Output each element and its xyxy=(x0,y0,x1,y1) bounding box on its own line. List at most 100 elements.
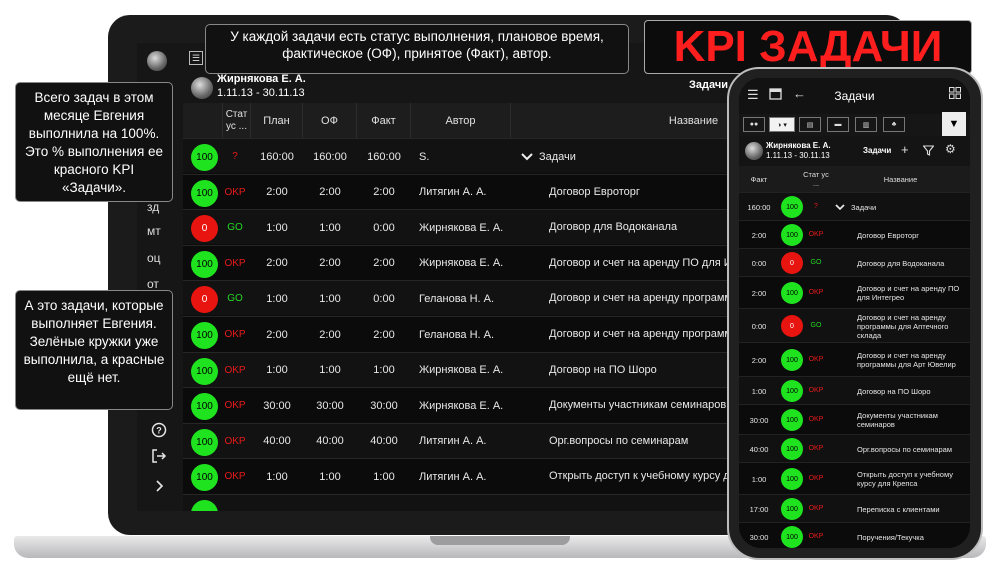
tab-card-icon[interactable]: ▬ xyxy=(827,117,849,132)
avatar[interactable] xyxy=(147,51,167,71)
completion-circle: 100 xyxy=(191,250,218,278)
plan-value: 160:00 xyxy=(260,150,294,163)
status-badge: OKP xyxy=(224,364,246,376)
col-status[interactable]: Стат ус ... xyxy=(223,103,251,138)
table-row[interactable]: 2:00 100 OKP Договор и счет на аренду ПО дл… xyxy=(739,276,970,308)
col-fact[interactable]: Факт xyxy=(357,103,411,138)
fact-value: 1:00 xyxy=(751,474,767,484)
plan-value: 2:00 xyxy=(266,186,288,199)
plan-value: 1:00 xyxy=(266,470,288,483)
completion-circle: 100 xyxy=(781,282,803,304)
completion-circle: 100 xyxy=(191,428,218,456)
chevron-down-icon[interactable] xyxy=(833,193,847,221)
fact-value: 40:00 xyxy=(370,435,398,448)
task-name: Поручения/Текучка xyxy=(857,532,924,542)
completion-circle: 100 xyxy=(191,144,218,171)
plan-value: 2:00 xyxy=(266,257,288,270)
fact-value: 160:00 xyxy=(747,202,771,212)
chevron-down-icon[interactable] xyxy=(517,139,537,174)
gear-icon[interactable]: ⚙ xyxy=(945,142,956,156)
section-title: Задачи xyxy=(689,79,728,91)
sidebar-item[interactable]: от xyxy=(147,277,179,291)
plan-value: 2:00 xyxy=(266,328,288,341)
sidebar-item[interactable]: зд xyxy=(147,200,179,214)
table-row[interactable]: 1:00 100 OKP Открыть доступ к учебному курс… xyxy=(739,462,970,494)
status-badge: OKP xyxy=(808,474,824,482)
task-name: Договор и счет на аренду ПО для Интегрео xyxy=(857,284,960,302)
grid-icon[interactable] xyxy=(949,87,961,102)
status-badge: ? xyxy=(814,202,818,210)
tab-people-icon[interactable]: ●● xyxy=(743,117,765,132)
status-badge: GO xyxy=(810,258,822,266)
add-icon[interactable]: + xyxy=(901,142,909,157)
col-of[interactable]: ОФ xyxy=(303,103,357,138)
author-value: Литягин А. А. xyxy=(419,470,487,483)
status-badge: GO xyxy=(810,321,822,329)
tab-group-icon[interactable]: ♣ xyxy=(883,117,905,132)
fact-value: 2:00 xyxy=(373,186,395,199)
of-value: 160:00 xyxy=(313,150,347,163)
sidebar-item[interactable]: мт xyxy=(147,224,179,238)
status-badge: OKP xyxy=(808,288,824,296)
table-row[interactable]: 30:00 100 OKP Поручения/Текучка xyxy=(739,522,970,548)
col-plan[interactable]: План xyxy=(251,103,303,138)
avatar xyxy=(745,142,763,160)
help-icon[interactable]: ? xyxy=(149,422,169,442)
table-row[interactable]: 17:00 100 OKP Переписка с клиентами xyxy=(739,494,970,522)
author-value: S. xyxy=(419,150,430,163)
task-name: Договор для Водоканала xyxy=(857,258,945,268)
laptop-notch xyxy=(430,536,570,545)
task-name: Орг.вопросы по семинарам xyxy=(857,444,953,454)
author-value: Жирнякова Е. А. xyxy=(419,257,504,270)
task-name: Документы участникам семинаров xyxy=(857,411,938,429)
status-badge: OKP xyxy=(808,532,824,540)
chevron-right-icon[interactable] xyxy=(149,478,169,498)
col-fact[interactable]: Факт xyxy=(739,166,779,192)
of-value: 1:00 xyxy=(319,292,341,305)
tab-table-icon[interactable]: ▤ xyxy=(799,117,821,132)
fact-value: 2:00 xyxy=(751,288,767,298)
table-row[interactable]: 30:00 100 OKP Документы участникам семинаро… xyxy=(739,404,970,434)
status-badge: OKP xyxy=(808,386,824,394)
col-status[interactable]: Стат ус ... xyxy=(803,166,829,192)
fact-value: 30:00 xyxy=(749,415,769,425)
fact-value: 0:00 xyxy=(373,221,395,234)
phone-user-header: Жирнякова Е. А. 1.11.13 - 30.11.13 Задач… xyxy=(739,136,970,166)
table-row[interactable]: 0:00 0 GO Договор для Водоканала xyxy=(739,248,970,276)
status-badge: OKP xyxy=(224,471,246,483)
dropdown-icon[interactable]: ▼ xyxy=(942,112,966,136)
filter-icon[interactable] xyxy=(922,144,935,159)
plan-value: 30:00 xyxy=(263,399,291,412)
list-icon[interactable]: ☰ xyxy=(189,51,203,65)
phone-table-header: Факт Стат ус ... Название xyxy=(739,166,970,192)
completion-circle: 100 xyxy=(781,526,803,548)
section-title: Задачи xyxy=(863,146,892,155)
table-row[interactable]: 40:00 100 OKP Орг.вопросы по семинарам xyxy=(739,434,970,462)
col-name[interactable]: Название xyxy=(831,166,970,192)
task-name: Договор Евроторг xyxy=(857,230,919,240)
kpi-title: KPI ЗАДАЧИ xyxy=(644,20,972,74)
table-row[interactable]: 2:00 100 OKP Договор Евроторг xyxy=(739,220,970,248)
col-author[interactable]: Автор xyxy=(411,103,511,138)
table-row[interactable]: 1:00 100 OKP Договор на ПО Шоро xyxy=(739,376,970,404)
fact-value: 2:00 xyxy=(751,230,767,240)
tab-map-icon[interactable]: ▥ xyxy=(855,117,877,132)
of-value: 1:00 xyxy=(319,221,341,234)
sidebar-item[interactable]: оц xyxy=(147,251,179,265)
status-badge: OKP xyxy=(224,257,246,269)
table-row[interactable]: 0:00 0 GO Договор и счет на аренду программ… xyxy=(739,308,970,342)
table-row[interactable]: 160:00 100? Задачи xyxy=(739,192,970,220)
fact-value: 2:00 xyxy=(373,328,395,341)
fact-value: 2:00 xyxy=(751,355,767,365)
logout-icon[interactable] xyxy=(149,448,169,468)
status-badge: OKP xyxy=(224,186,246,198)
status-badge: OKP xyxy=(808,355,824,363)
phone-tabs: ●● ◑ ▾ ▤ ▬ ▥ ♣ xyxy=(739,114,970,136)
fact-value: 0:00 xyxy=(373,292,395,305)
author-value: Литягин А. А. xyxy=(419,435,487,448)
of-value: 40:00 xyxy=(316,435,344,448)
table-row[interactable]: 2:00 100 OKP Договор и счет на аренду прогр… xyxy=(739,342,970,376)
tab-kpi-icon[interactable]: ◑ ▾ xyxy=(769,117,795,132)
author-value: Жирнякова Е. А. xyxy=(419,221,504,234)
callout-task-circles: А это задачи, которые выполняет Евгения.… xyxy=(15,290,173,410)
